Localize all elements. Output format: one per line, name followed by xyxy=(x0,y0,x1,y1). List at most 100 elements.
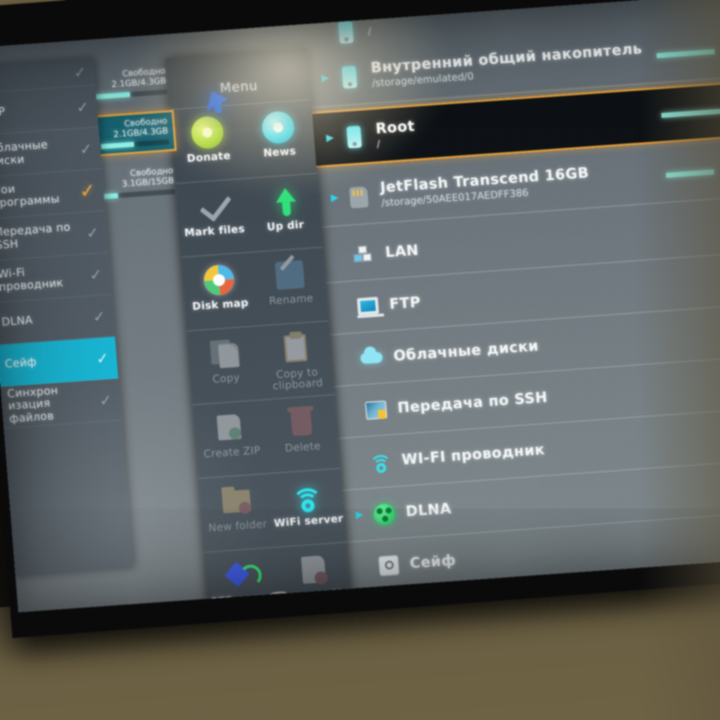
checkmark-icon xyxy=(195,188,232,223)
copy-icon xyxy=(207,337,241,371)
storage-bar xyxy=(95,89,168,100)
check-icon: ✓ xyxy=(95,348,110,368)
menu-item-new-folder: New folder xyxy=(198,473,276,553)
sidebar-item-label: Мои программы xyxy=(0,182,61,210)
sidebar-item-label: Сейф xyxy=(4,355,38,371)
phone-storage-icon xyxy=(332,18,360,46)
menu-item-label: Copy to clipboard xyxy=(272,366,324,393)
spacer: ▶ xyxy=(351,458,364,469)
sd-card-icon xyxy=(345,182,373,210)
menu-item-create-zip: Create ZIP xyxy=(192,400,270,480)
menu-item-label: Copy xyxy=(212,371,241,386)
sidebar-item-label: Синхрон изация файлов xyxy=(6,383,59,426)
zip-icon xyxy=(213,411,247,445)
check-icon: ✓ xyxy=(75,97,90,117)
menu-item-label: Disk map xyxy=(191,297,249,314)
sidebar-item-label: Передача по SSH xyxy=(0,220,71,252)
sidebar-item-label: DLNA xyxy=(1,313,34,329)
wifi-icon xyxy=(289,479,324,520)
location-title: Root xyxy=(374,118,416,137)
menu-item-news[interactable]: News xyxy=(240,100,317,179)
menu-item-copy-to-clipboard: Copy to clipboard xyxy=(257,321,335,401)
cloud-icon xyxy=(358,344,386,372)
sidebar-item-file-sync[interactable]: Синхрон изация файлов ✓ xyxy=(0,378,122,430)
up-arrow-icon xyxy=(266,184,300,218)
expand-triangle-icon[interactable]: ▶ xyxy=(355,509,368,521)
storage-bar xyxy=(100,139,170,150)
menu-item-label: Donate xyxy=(186,149,232,166)
menu-item-delete: Delete xyxy=(263,395,341,474)
check-icon: ✓ xyxy=(88,264,103,284)
phone-storage-icon xyxy=(340,123,368,151)
news-icon xyxy=(260,110,295,145)
location-title: Передача по SSH xyxy=(396,389,549,417)
menu-item-label: Mark files xyxy=(183,223,246,240)
dlna-icon xyxy=(370,499,398,527)
storage-bar xyxy=(102,189,176,200)
location-title: FTP xyxy=(388,294,422,313)
storage-widget[interactable]: Свободно 3.1GB/15GB xyxy=(96,162,181,205)
spacer: ▶ xyxy=(343,354,356,365)
menu-item-copy: Copy xyxy=(186,326,264,406)
menu-item-up-dir[interactable]: Up dir xyxy=(246,173,323,253)
check-icon: ✓ xyxy=(72,62,87,82)
sidebar-item-label: Облачные диски xyxy=(0,137,49,168)
clipboard-icon xyxy=(278,332,312,366)
location-title: DLNA xyxy=(405,500,453,520)
menu-item-label: Create ZIP xyxy=(203,444,261,461)
sidebar-item-label: FTP xyxy=(0,105,6,120)
check-icon: ✓ xyxy=(78,139,93,159)
menu-item-disk-map[interactable]: Disk map xyxy=(181,252,258,332)
menu-item-label: Rename xyxy=(268,292,314,308)
location-subtitle: / xyxy=(376,138,381,150)
expand-triangle-icon[interactable]: ▶ xyxy=(326,133,339,145)
new-text-file-icon xyxy=(295,553,329,587)
expand-triangle-icon[interactable]: ▶ xyxy=(321,72,334,84)
storage-usage-bar xyxy=(665,157,720,179)
check-icon: ✓ xyxy=(92,306,107,326)
menu-item-donate[interactable]: Donate xyxy=(169,105,247,184)
location-title: Сейф xyxy=(409,552,457,572)
check-icon: ✓ xyxy=(98,390,113,410)
lan-icon xyxy=(349,240,377,268)
trash-icon xyxy=(284,405,318,439)
new-folder-icon xyxy=(219,484,253,518)
menu-item-wifi-server[interactable]: WiFi server xyxy=(269,468,346,548)
locations-list[interactable]: ▶ / ▶ Внутренний общий накопитель /stora… xyxy=(303,0,720,613)
ssh-icon xyxy=(362,396,390,424)
disk-map-icon xyxy=(201,263,235,297)
menu-item-label: New folder xyxy=(208,518,268,535)
tv-screen: ▶ / ▶ Внутренний общий накопитель /stora… xyxy=(0,0,720,613)
location-title: Облачные диски xyxy=(392,337,540,365)
menu-item-mark-files[interactable]: Mark files xyxy=(175,178,252,258)
spacer: ▶ xyxy=(347,406,360,417)
spacer: ▶ xyxy=(318,29,331,40)
location-title: LAN xyxy=(384,242,420,261)
storage-widget[interactable]: Свободно 2.1GB/4.3GB xyxy=(88,62,173,105)
spacer: ▶ xyxy=(360,561,373,572)
spacer: ▶ xyxy=(335,250,348,261)
check-icon-amber: ✓ xyxy=(78,179,97,203)
wifi-icon xyxy=(366,448,394,478)
menu-item-rename: Rename xyxy=(251,247,329,327)
pencil-icon xyxy=(272,258,306,292)
safe-icon xyxy=(374,551,402,579)
check-icon: ✓ xyxy=(85,223,100,242)
location-title: WI-FI проводник xyxy=(401,441,546,468)
ftp-server-icon xyxy=(223,558,258,592)
ftp-icon xyxy=(353,292,381,320)
phone-storage-icon xyxy=(335,63,363,91)
menu-item-label: News xyxy=(262,145,297,160)
storage-usage-bar xyxy=(656,38,720,60)
donate-icon xyxy=(189,115,225,150)
menu-item-label: Delete xyxy=(284,440,322,455)
sidebar-item-label: Wi-Fi проводник xyxy=(0,265,64,294)
menu-item-label: Up dir xyxy=(266,218,305,234)
storage-usage-bar xyxy=(661,98,720,120)
storage-widget-selected[interactable]: Свободно 2.1GB/4.3GB xyxy=(91,109,177,157)
file-manager-app: ▶ / ▶ Внутренний общий накопитель /stora… xyxy=(0,0,720,613)
expand-triangle-icon[interactable]: ▶ xyxy=(330,192,344,204)
spacer: ▶ xyxy=(339,302,352,313)
photo-of-tv-screen: ▶ / ▶ Внутренний общий накопитель /stora… xyxy=(0,0,720,720)
header-path: / xyxy=(367,26,372,38)
